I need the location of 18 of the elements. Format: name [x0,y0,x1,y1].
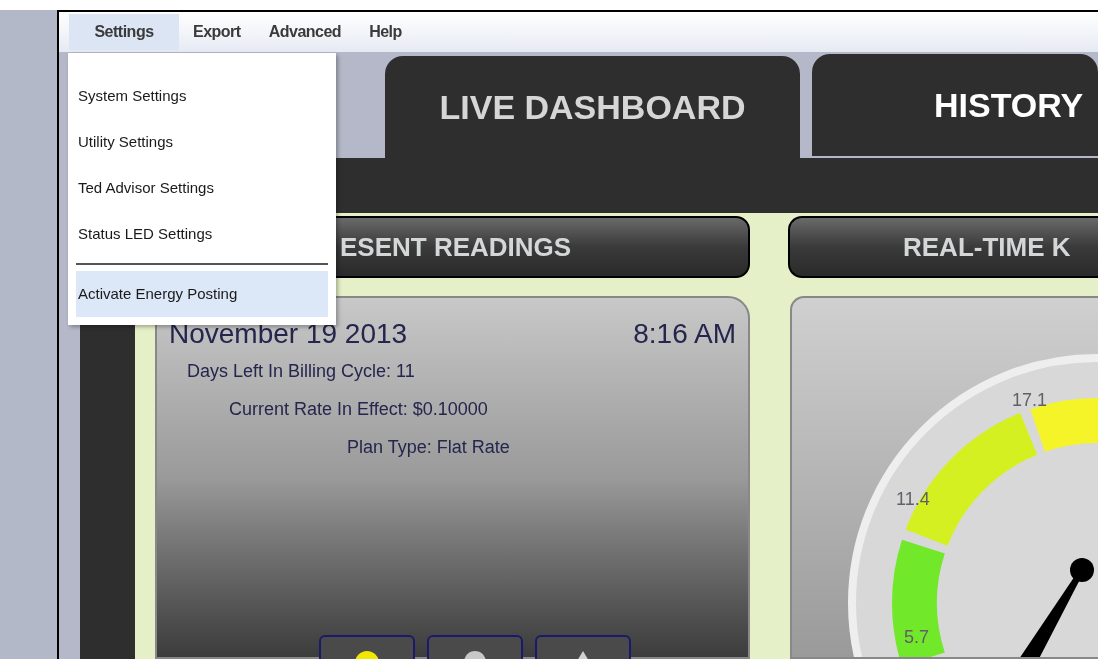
date-text: November 19 2013 [169,320,408,348]
reading-text: Days Left In Billing Cycle: 11 [187,362,415,380]
time-text: 8:16 AM [633,320,736,348]
reading-text: Plan Type: Flat Rate [347,438,510,456]
reading-text: Current Rate In Effect: $0.10000 [229,400,488,418]
tab[interactable]: HISTORY [812,54,1098,156]
menu-item[interactable]: Export [179,14,255,50]
menu-option[interactable]: Utility Settings [76,119,328,165]
gauge-tick-label: 17.1 [1012,390,1048,410]
menu-option[interactable]: Activate Energy Posting [76,271,328,317]
gauge-tick-label: 5.7 [904,627,930,647]
menu-option[interactable]: Ted Advisor Settings [76,165,328,211]
menu-item[interactable]: Settings [69,14,179,50]
section-header: REAL-TIME K [788,216,1098,278]
tab[interactable]: LIVE DASHBOARD [385,56,800,158]
menu-item[interactable]: Help [355,14,416,50]
menu-item[interactable]: Advanced [254,14,356,50]
menu-option[interactable]: System Settings [76,73,328,119]
